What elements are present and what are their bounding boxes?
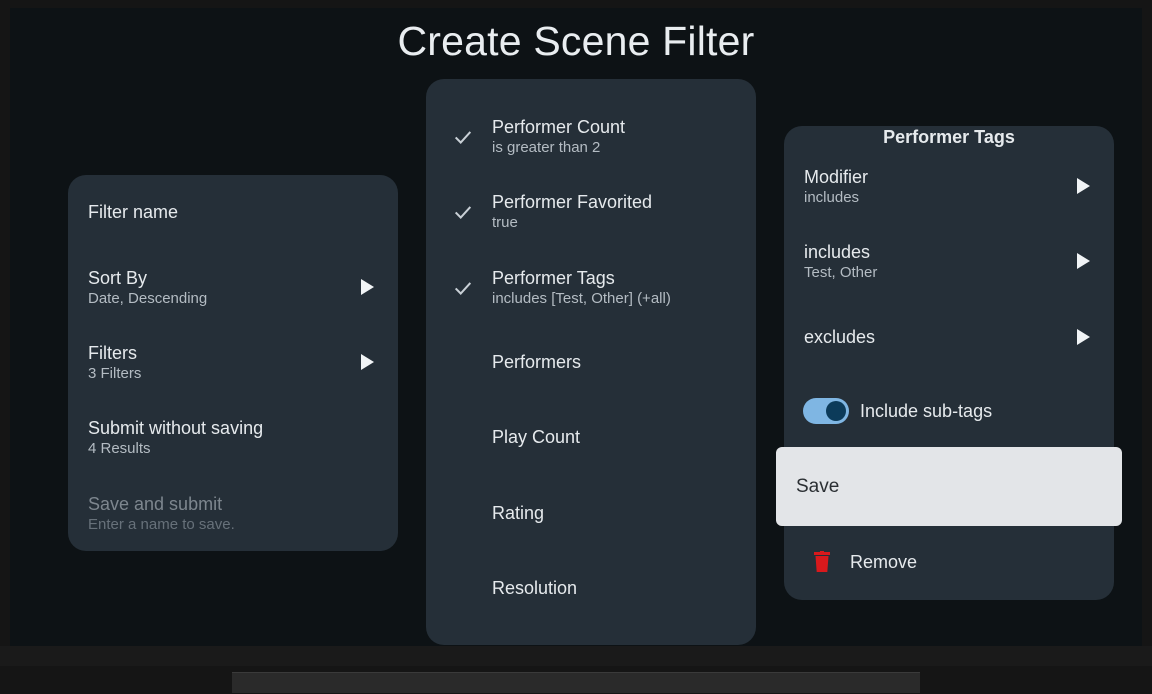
remove-label: Remove [850,552,918,572]
submit-without-saving-item[interactable]: Submit without saving 4 Results [68,417,398,459]
include-sub-tags-item[interactable]: Include sub-tags [784,397,1114,425]
criteria-label: Resolution [492,578,578,598]
performer-tags-panel: Performer Tags Modifier includes include… [784,126,1114,600]
filters-value: 3 Filters [88,365,142,382]
filter-name-item[interactable]: Filter name [68,201,398,225]
toggle-knob [826,401,846,421]
modifier-value: includes [804,189,860,206]
trash-icon [814,551,830,572]
include-sub-tags-label: Include sub-tags [860,401,993,421]
save-and-submit-hint: Enter a name to save. [88,516,235,533]
modifier-item[interactable]: Modifier includes [784,166,1114,208]
excludes-label: excludes [804,327,876,347]
criteria-item-performer-count[interactable]: Performer Count is greater than 2 [426,116,756,158]
modifier-label: Modifier [804,167,869,187]
sort-by-label: Sort By [88,268,148,288]
check-icon [454,206,472,219]
criteria-item-play-count[interactable]: Play Count [426,426,756,450]
criteria-label: Performer Tags [492,268,615,288]
tv-stand [232,672,920,693]
results-count: 4 Results [88,440,151,457]
criteria-item-rating[interactable]: Rating [426,502,756,526]
check-icon [454,282,472,295]
criteria-label: Performer Favorited [492,192,653,212]
tv-bezel [0,646,1152,666]
criteria-label: Performers [492,352,582,372]
includes-value: Test, Other [804,264,878,281]
play-arrow-icon [1077,178,1090,194]
filter-settings-panel: Filter name Sort By Date, Descending Fil… [68,175,398,551]
criteria-label: Performer Count [492,117,626,137]
filter-name-label: Filter name [88,202,179,222]
criteria-item-performer-tags[interactable]: Performer Tags includes [Test, Other] (+… [426,267,756,309]
save-label: Save [796,476,840,497]
page-title: Create Scene Filter [397,18,755,64]
save-and-submit-item[interactable]: Save and submit Enter a name to save. [68,493,398,535]
filter-criteria-panel: Performer Count is greater than 2 Perfor… [426,79,756,645]
includes-label: includes [804,242,871,262]
play-arrow-icon [1077,329,1090,345]
criteria-value: is greater than 2 [492,139,601,156]
excludes-item[interactable]: excludes [784,326,1114,350]
sort-by-value: Date, Descending [88,290,208,307]
criteria-value: includes [Test, Other] (+all) [492,290,671,307]
check-icon [454,131,472,144]
sort-by-item[interactable]: Sort By Date, Descending [68,267,398,309]
remove-item[interactable]: Remove [784,550,1114,574]
criteria-item-performers[interactable]: Performers [426,351,756,375]
panel-title: Performer Tags [883,127,1015,147]
play-arrow-icon [361,354,374,370]
criteria-item-resolution[interactable]: Resolution [426,577,756,601]
save-button[interactable]: Save [776,447,1122,526]
includes-item[interactable]: includes Test, Other [784,241,1114,283]
save-and-submit-label: Save and submit [88,494,223,514]
include-sub-tags-toggle[interactable] [803,398,849,424]
criteria-label: Play Count [492,427,581,447]
criteria-label: Rating [492,503,545,523]
play-arrow-icon [361,279,374,295]
filters-item[interactable]: Filters 3 Filters [68,342,398,384]
filters-label: Filters [88,343,137,363]
criteria-item-performer-favorited[interactable]: Performer Favorited true [426,191,756,233]
criteria-value: true [492,214,518,231]
submit-without-saving-label: Submit without saving [88,418,264,438]
play-arrow-icon [1077,253,1090,269]
